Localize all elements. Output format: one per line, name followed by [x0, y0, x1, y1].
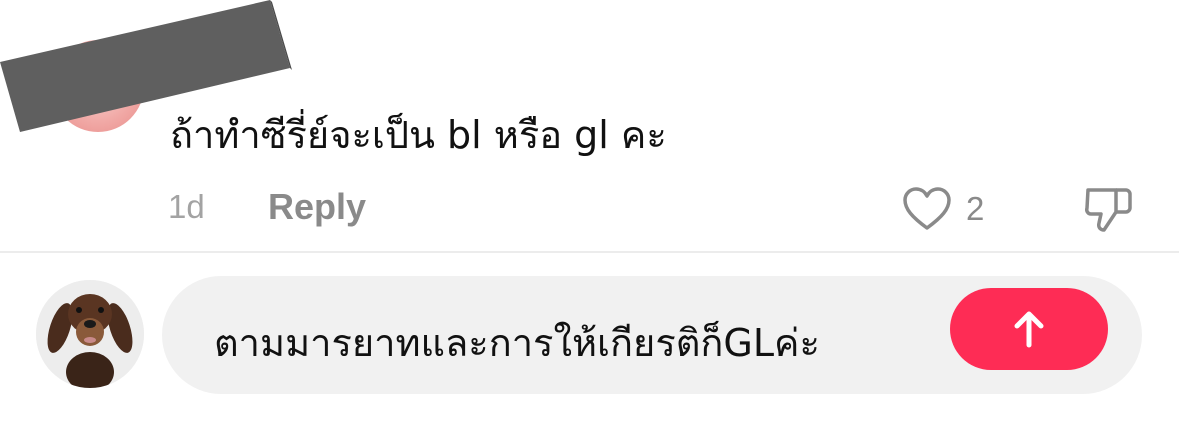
send-button[interactable] — [950, 288, 1108, 370]
user-avatar[interactable] — [36, 280, 144, 388]
heart-outline-icon — [903, 187, 951, 230]
like-button[interactable]: 2 — [902, 184, 1002, 234]
comment-timestamp: 1d — [168, 188, 205, 225]
reply-button[interactable]: Reply — [268, 186, 366, 228]
dog-avatar-image — [36, 280, 144, 388]
comment-text: ถ้าทำซีรี่ย์จะเป็น bl หรือ gl คะ — [170, 113, 667, 157]
like-count: 2 — [966, 190, 985, 227]
comment-input-text[interactable]: ตามมารยาทและการให้เกียรติก็GLค่ะ — [214, 312, 820, 373]
dislike-button[interactable] — [1082, 182, 1136, 236]
thumbs-down-icon — [1085, 188, 1132, 232]
comment-input[interactable]: ตามมารยาทและการให้เกียรติก็GLค่ะ — [162, 276, 1142, 394]
arrow-up-icon — [1014, 311, 1044, 348]
divider — [0, 251, 1179, 253]
